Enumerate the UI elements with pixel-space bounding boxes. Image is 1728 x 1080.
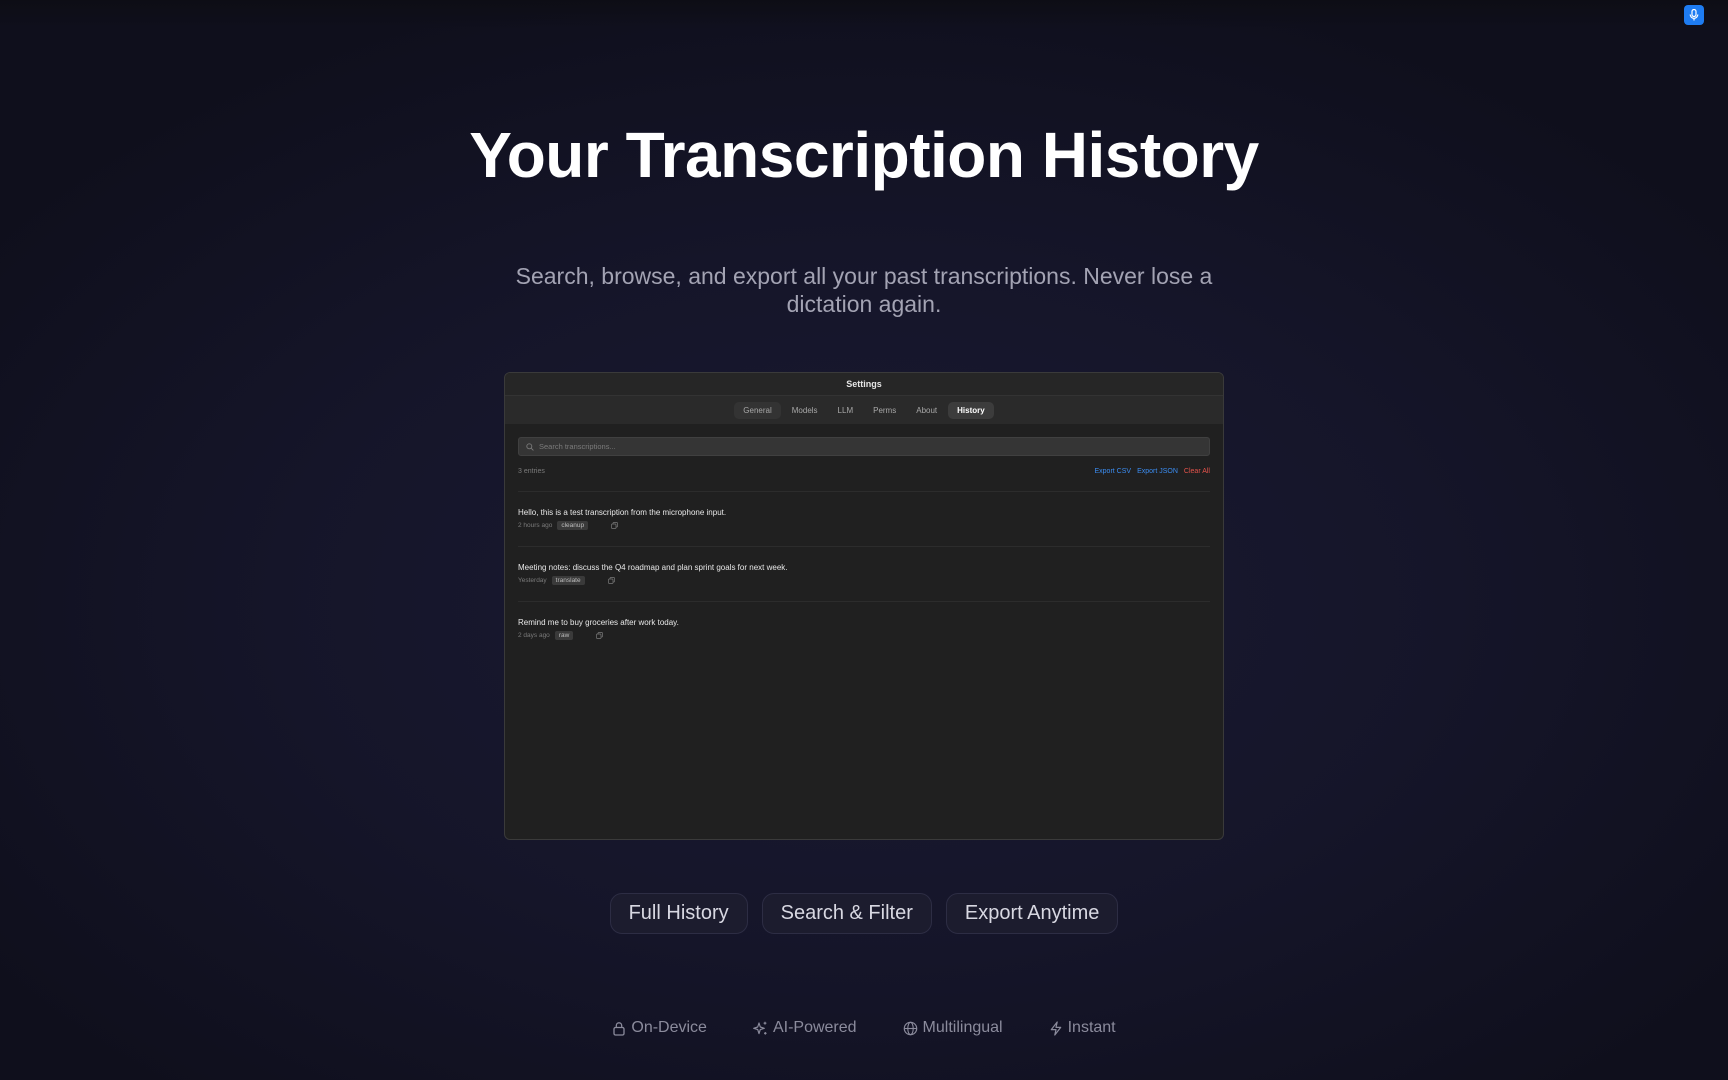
tab-general[interactable]: General (734, 401, 781, 419)
badge-label: AI-Powered (772, 1019, 857, 1036)
microphone-button[interactable] (1684, 5, 1704, 25)
tab-history[interactable]: History (948, 401, 994, 419)
mode-tag: cleanup (557, 521, 589, 530)
page-subtitle: Search, browse, and export all your past… (515, 263, 1213, 317)
timestamp: 2 days ago (518, 632, 550, 639)
search-icon (526, 442, 534, 451)
transcription-text: Meeting notes: discuss the Q4 roadmap an… (518, 563, 788, 572)
window-title: Settings (505, 373, 1223, 396)
feature-pill-search-filter: Search & Filter (761, 893, 932, 934)
tab-about[interactable]: About (907, 402, 946, 419)
entries-count: 3 entries (518, 468, 545, 475)
feature-badges: On-Device AI-Powered Multilingual Instan… (0, 1019, 1728, 1037)
badge-instant: Instant (1049, 1019, 1116, 1037)
microphone-icon (1689, 9, 1699, 21)
badge-ai-powered: AI-Powered (753, 1019, 857, 1037)
history-panel: Search transcriptions... 3 entries Expor… (505, 424, 1223, 656)
sparkles-icon (753, 1021, 767, 1035)
page-title: Your Transcription History (469, 119, 1259, 191)
transcription-meta: 2 days ago raw (518, 631, 1210, 640)
export-csv-button[interactable]: Export CSV (1094, 468, 1131, 475)
lock-icon (613, 1021, 626, 1036)
timestamp: 2 hours ago (518, 522, 553, 529)
transcription-text: Hello, this is a test transcription from… (518, 508, 727, 517)
timestamp: Yesterday (518, 577, 547, 584)
clear-all-button[interactable]: Clear All (1184, 468, 1210, 475)
bolt-icon (1050, 1020, 1061, 1036)
top-bar (0, 0, 1728, 28)
list-item[interactable]: Meeting notes: discuss the Q4 roadmap an… (518, 547, 1210, 602)
history-toolbar: 3 entries Export CSV Export JSON Clear A… (518, 468, 1210, 492)
badge-label: On-Device (631, 1019, 707, 1036)
globe-icon (903, 1021, 917, 1035)
transcription-meta: 2 hours ago cleanup (518, 521, 1210, 530)
history-actions: Export CSV Export JSON Clear All (1094, 468, 1210, 475)
copy-icon[interactable] (596, 632, 604, 639)
list-item[interactable]: Remind me to buy groceries after work to… (518, 602, 1210, 656)
search-placeholder: Search transcriptions... (539, 442, 616, 451)
tab-perms[interactable]: Perms (864, 402, 905, 419)
search-input[interactable]: Search transcriptions... (518, 437, 1210, 456)
feature-pills: Full History Search & Filter Export Anyt… (0, 893, 1728, 934)
badge-on-device: On-Device (612, 1019, 707, 1037)
mode-tag: raw (554, 631, 574, 640)
tab-llm[interactable]: LLM (829, 402, 863, 419)
feature-pill-full-history: Full History (609, 893, 748, 934)
export-json-button[interactable]: Export JSON (1137, 468, 1178, 475)
feature-pill-export-anytime: Export Anytime (945, 893, 1119, 934)
badge-label: Instant (1067, 1019, 1116, 1036)
mode-tag: translate (551, 576, 585, 585)
transcription-text: Remind me to buy groceries after work to… (518, 618, 679, 627)
copy-icon[interactable] (611, 522, 618, 529)
copy-icon[interactable] (607, 577, 615, 584)
transcription-meta: Yesterday translate (518, 576, 1210, 585)
badge-label: Multilingual (922, 1019, 1003, 1036)
settings-window-screenshot: Settings General Models LLM Perms About … (504, 372, 1224, 840)
tab-models[interactable]: Models (783, 402, 827, 419)
list-item[interactable]: Hello, this is a test transcription from… (518, 492, 1210, 547)
badge-multilingual: Multilingual (903, 1019, 1003, 1037)
settings-tabs: General Models LLM Perms About History (505, 396, 1223, 424)
